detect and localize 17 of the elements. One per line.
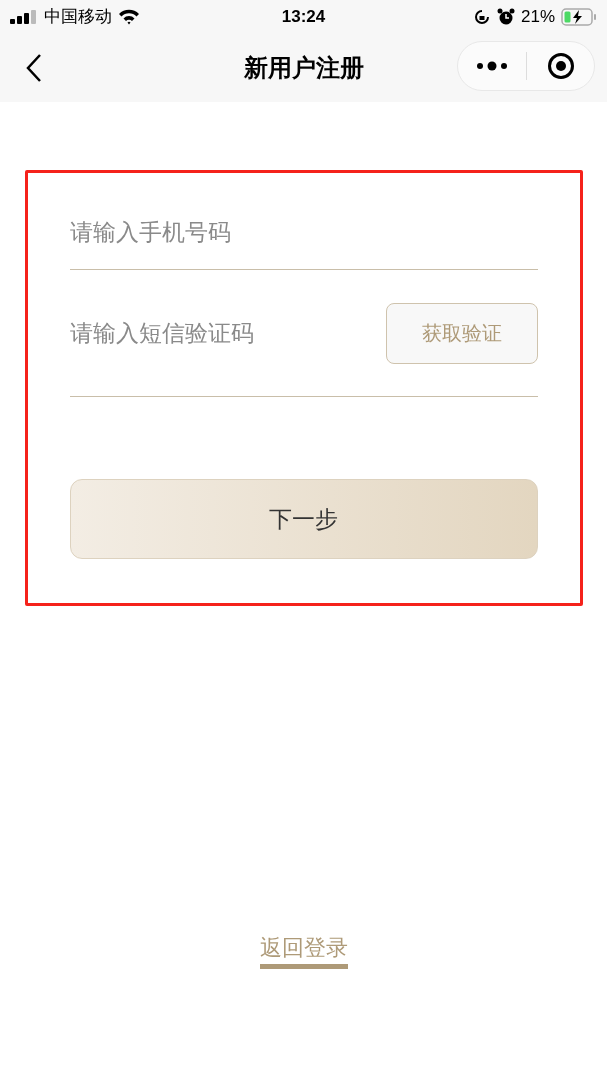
page-title: 新用户注册 bbox=[243, 53, 364, 83]
sms-code-input-field[interactable]: 请输入短信验证码 bbox=[69, 315, 376, 351]
wifi-icon bbox=[118, 9, 140, 25]
battery-charging-icon bbox=[561, 8, 597, 26]
phone-input-field[interactable]: 请输入手机号码 bbox=[69, 214, 538, 249]
rotation-lock-icon bbox=[472, 8, 491, 26]
back-to-login-link[interactable]: 返回登录 bbox=[259, 934, 348, 969]
status-time: 13:24 bbox=[281, 6, 326, 29]
target-circle-icon bbox=[546, 52, 575, 80]
alarm-icon bbox=[496, 8, 515, 26]
back-chevron-icon bbox=[26, 53, 42, 83]
get-code-button[interactable]: 获取验证 bbox=[385, 302, 538, 364]
carrier-name: 中国移动 bbox=[44, 6, 112, 29]
battery-percent: 21% bbox=[520, 6, 555, 29]
next-step-button[interactable]: 下一步 bbox=[69, 479, 538, 559]
signal-icon bbox=[10, 10, 38, 24]
more-dots-icon bbox=[476, 61, 508, 71]
